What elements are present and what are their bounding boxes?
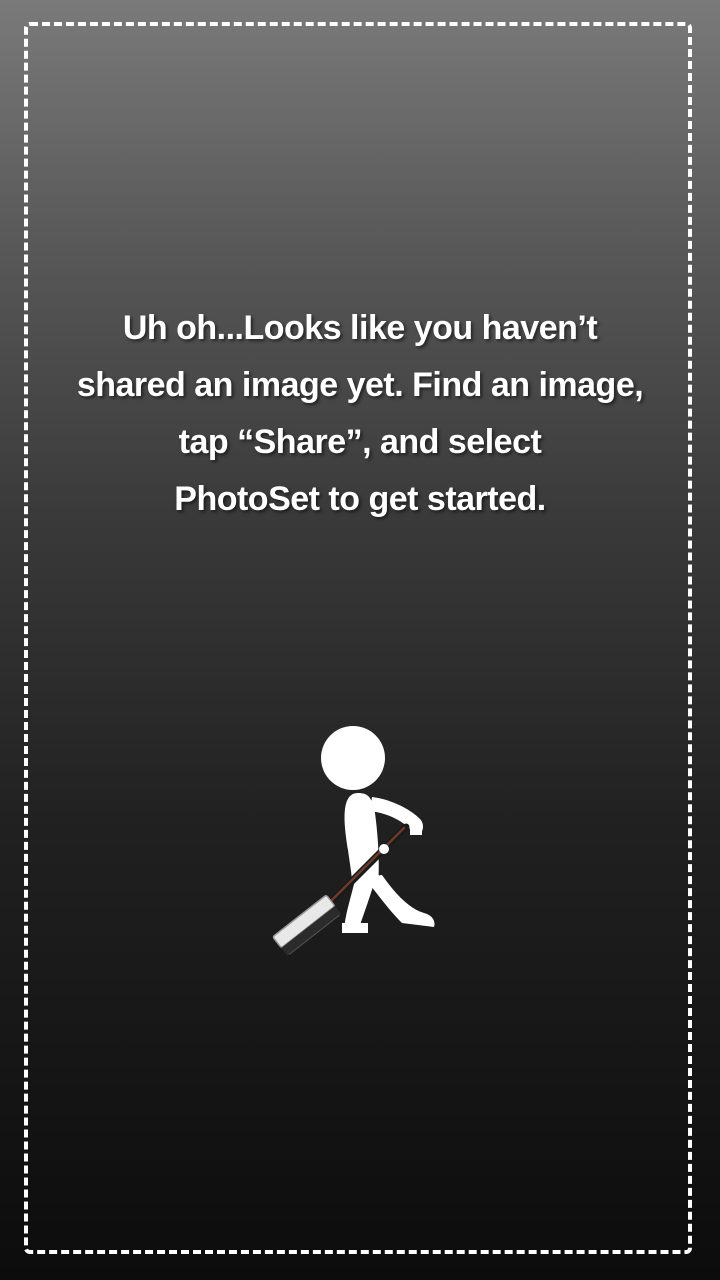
stick-figure-sweeping-icon bbox=[260, 715, 450, 975]
message-line: Uh oh...Looks like you haven’t bbox=[122, 309, 598, 347]
dashed-drop-frame bbox=[24, 22, 692, 1254]
message-line: shared an image yet. Find an image, bbox=[76, 366, 644, 404]
message-line: PhotoSet to get started. bbox=[174, 480, 546, 518]
empty-state-screen: Uh oh...Looks like you haven’t shared an… bbox=[0, 0, 720, 1280]
empty-state-message: Uh oh...Looks like you haven’t shared an… bbox=[40, 300, 680, 528]
message-line: tap “Share”, and select bbox=[178, 423, 542, 461]
